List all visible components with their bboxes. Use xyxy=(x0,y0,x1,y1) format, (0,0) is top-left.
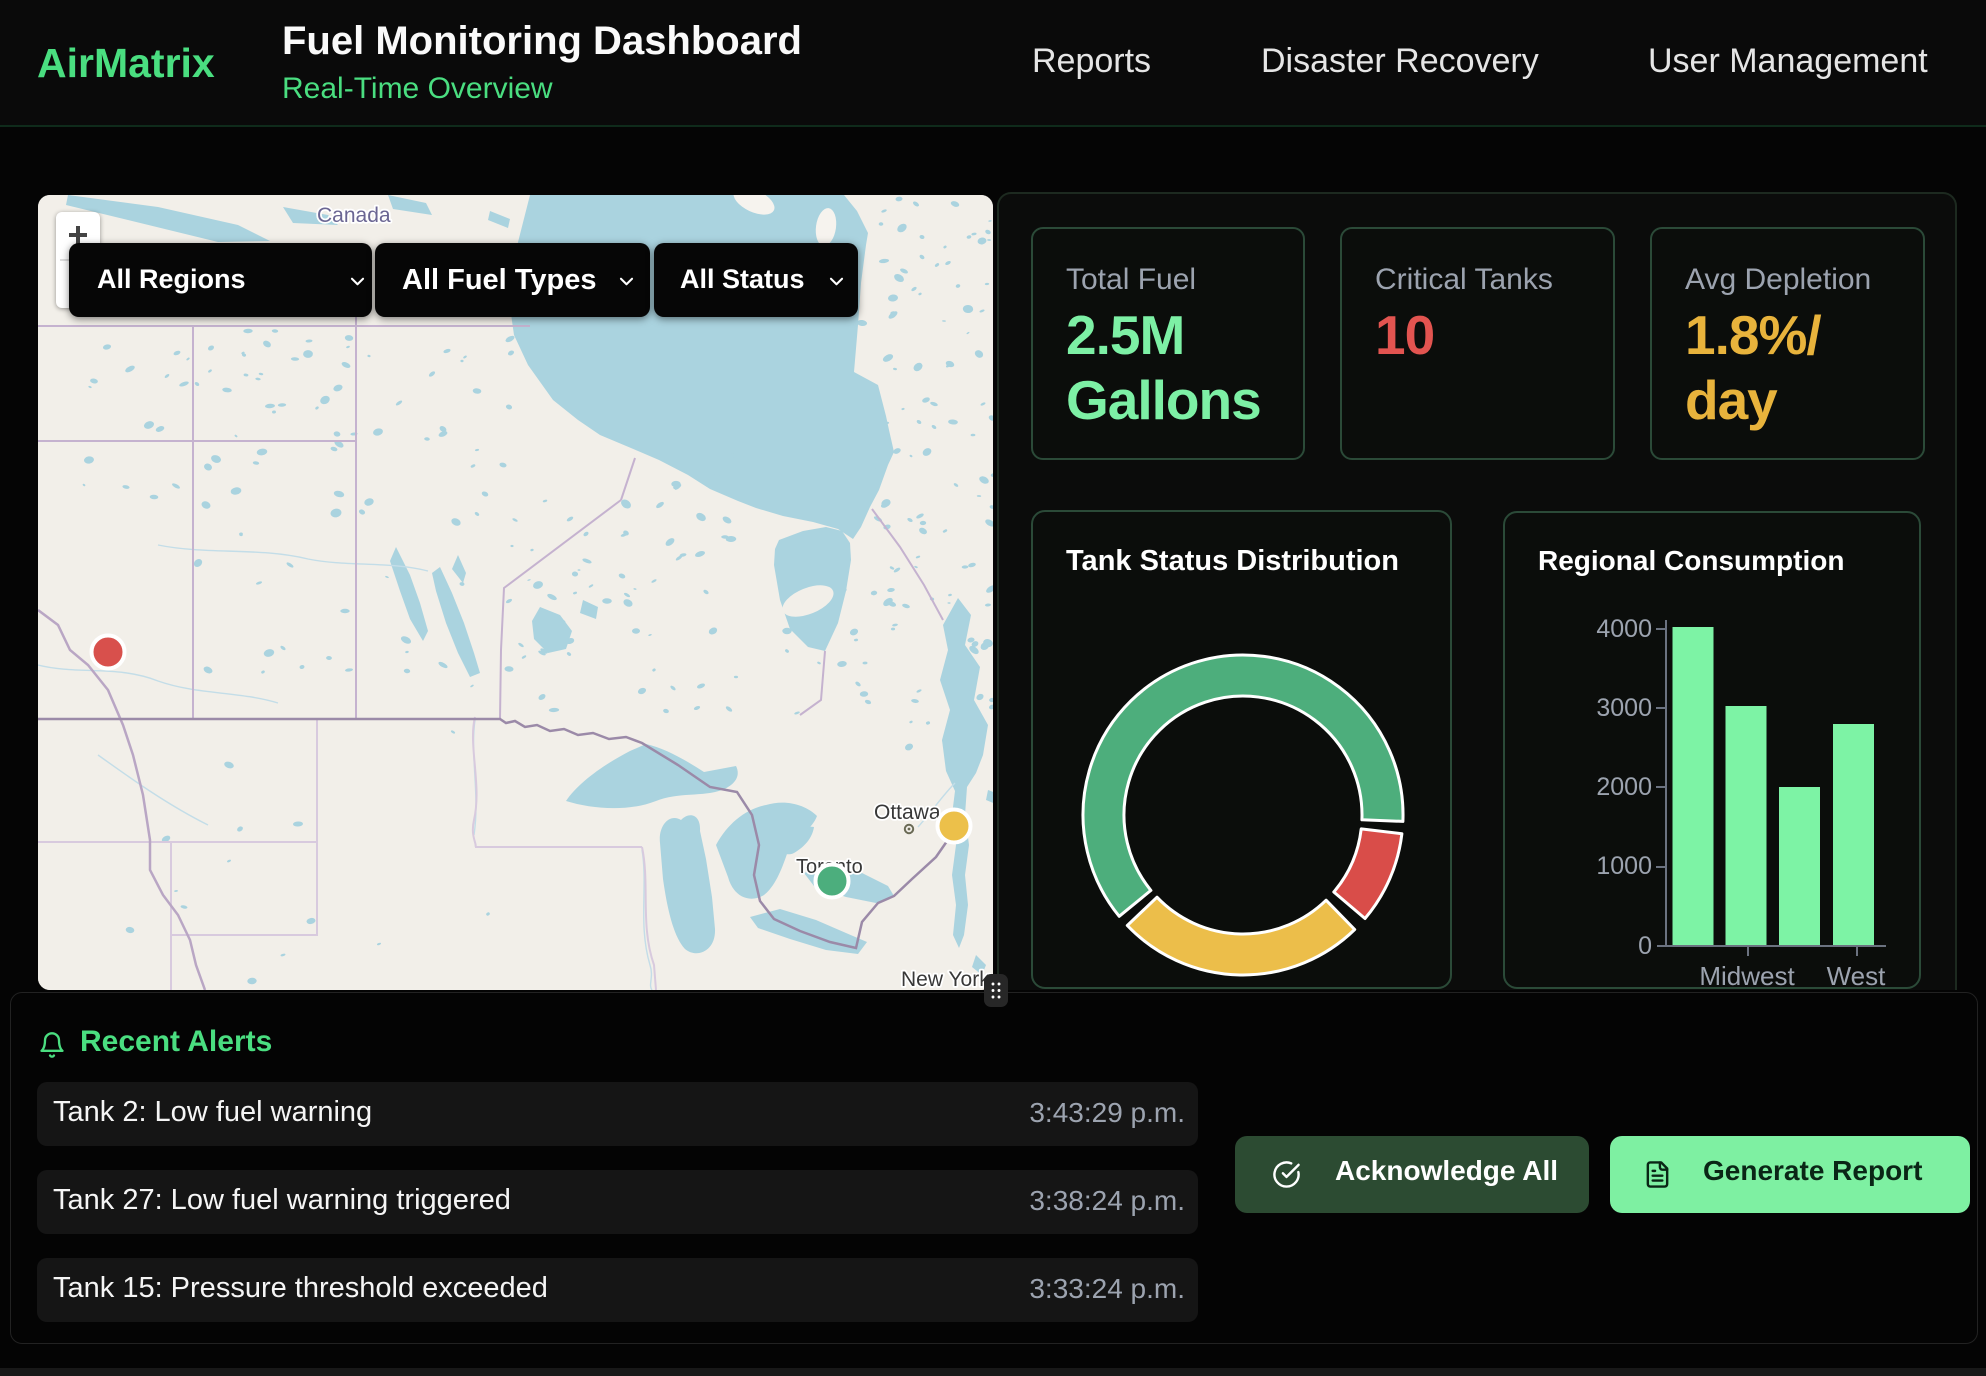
svg-text:2000: 2000 xyxy=(1596,773,1652,801)
svg-text:West: West xyxy=(1827,961,1887,991)
svg-text:Midwest: Midwest xyxy=(1699,961,1795,991)
svg-text:3000: 3000 xyxy=(1596,694,1652,722)
svg-text:Canada: Canada xyxy=(317,204,391,227)
svg-text:New York: New York xyxy=(901,968,990,990)
svg-text:Ottawa: Ottawa xyxy=(874,801,941,824)
svg-text:4000: 4000 xyxy=(1596,615,1652,643)
svg-text:0: 0 xyxy=(1638,932,1652,960)
svg-text:1000: 1000 xyxy=(1596,852,1652,880)
